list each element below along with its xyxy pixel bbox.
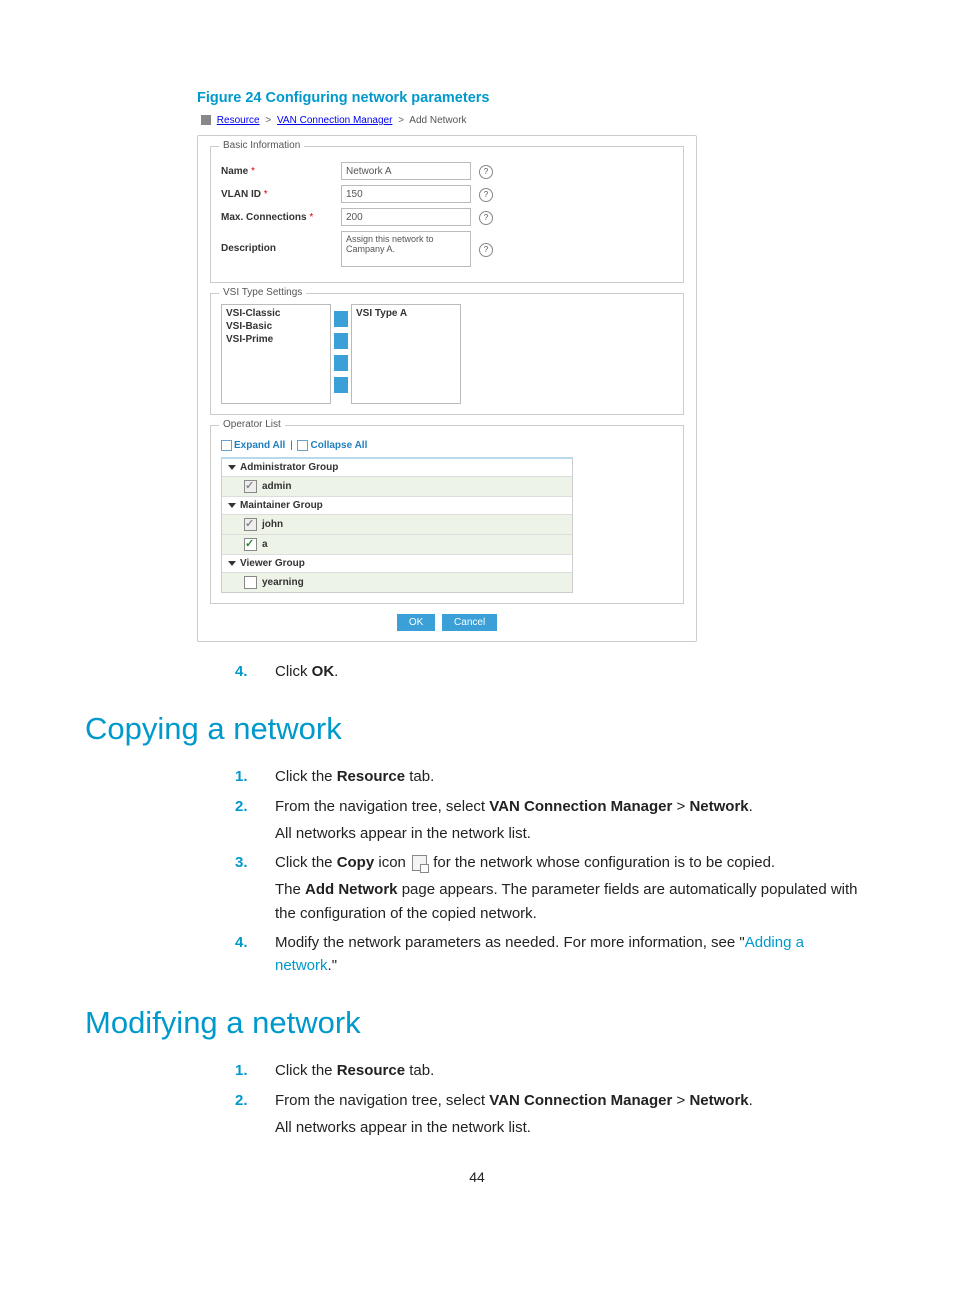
step-subtext: The Add Network page appears. The parame… xyxy=(275,878,869,925)
form-panel: Basic Information Name * ? VLAN ID * ? xyxy=(197,135,697,642)
step-number: 4. xyxy=(235,931,275,978)
page-number: 44 xyxy=(85,1169,869,1185)
basic-info-group: Basic Information Name * ? VLAN ID * ? xyxy=(210,146,684,283)
copy-icon xyxy=(412,855,427,871)
operator-group-name: Maintainer Group xyxy=(240,500,323,511)
step-text: Click the Resource tab. xyxy=(275,765,869,788)
maxconn-input[interactable] xyxy=(341,208,471,226)
vlan-label: VLAN ID * xyxy=(221,185,341,200)
operator-group-row[interactable]: Maintainer Group xyxy=(222,497,572,515)
pre-step-list: 4. Click OK. xyxy=(235,660,869,683)
caret-down-icon xyxy=(228,465,236,470)
operator-user-name: yearning xyxy=(262,577,304,588)
breadcrumb-sep: > xyxy=(398,115,404,126)
cancel-button[interactable]: Cancel xyxy=(442,614,497,631)
vsi-legend: VSI Type Settings xyxy=(219,287,306,298)
shuttle-buttons xyxy=(331,304,351,404)
step-text: Click the Copy icon for the network whos… xyxy=(275,851,869,925)
step-subtext: All networks appear in the network list. xyxy=(275,822,869,845)
collapse-all-link[interactable]: Collapse All xyxy=(310,440,367,451)
basic-legend: Basic Information xyxy=(219,140,304,151)
button-bar: OK Cancel xyxy=(198,614,696,631)
vsi-available-list[interactable]: VSI-ClassicVSI-BasicVSI-Prime xyxy=(221,304,331,404)
move-all-left-button[interactable] xyxy=(334,377,348,393)
vsi-available-item[interactable]: VSI-Basic xyxy=(226,320,326,333)
operator-user-row: john xyxy=(222,515,572,535)
maxconn-label: Max. Connections * xyxy=(221,208,341,223)
move-right-button[interactable] xyxy=(334,311,348,327)
oplist-legend: Operator List xyxy=(219,419,285,430)
vlan-input[interactable] xyxy=(341,185,471,203)
user-checkbox[interactable] xyxy=(244,538,257,551)
breadcrumb-current: Add Network xyxy=(409,115,466,126)
expand-icon xyxy=(221,440,232,451)
section-heading-modifying: Modifying a network xyxy=(85,1005,869,1041)
move-all-right-button[interactable] xyxy=(334,355,348,371)
vsi-selected-list[interactable]: VSI Type A xyxy=(351,304,461,404)
operator-list-group: Operator List Expand All | Collapse All … xyxy=(210,425,684,604)
breadcrumb-resource[interactable]: Resource xyxy=(217,115,260,126)
operator-group-row[interactable]: Viewer Group xyxy=(222,555,572,573)
help-icon[interactable]: ? xyxy=(479,243,493,257)
move-left-button[interactable] xyxy=(334,333,348,349)
resource-icon xyxy=(201,115,211,125)
breadcrumb-van[interactable]: VAN Connection Manager xyxy=(277,115,392,126)
vsi-available-item[interactable]: VSI-Prime xyxy=(226,333,326,346)
collapse-icon xyxy=(297,440,308,451)
name-input[interactable] xyxy=(341,162,471,180)
figure-caption: Figure 24 Configuring network parameters xyxy=(197,90,869,106)
user-checkbox xyxy=(244,518,257,531)
copy-steps: 1.Click the Resource tab.2.From the navi… xyxy=(235,765,869,977)
operator-group-name: Administrator Group xyxy=(240,462,338,473)
user-checkbox xyxy=(244,480,257,493)
section-heading-copying: Copying a network xyxy=(85,711,869,747)
step-number: 2. xyxy=(235,795,275,846)
step-text: Click OK. xyxy=(275,660,869,683)
screenshot-panel: Resource > VAN Connection Manager > Add … xyxy=(197,112,697,642)
operator-table: Administrator Group admin Maintainer Group… xyxy=(221,457,573,593)
help-icon[interactable]: ? xyxy=(479,188,493,202)
operator-group-row[interactable]: Administrator Group xyxy=(222,459,572,477)
caret-down-icon xyxy=(228,561,236,566)
step-text: From the navigation tree, select VAN Con… xyxy=(275,1089,869,1140)
operator-user-name: a xyxy=(262,539,268,550)
step-text: Click the Resource tab. xyxy=(275,1059,869,1082)
user-checkbox[interactable] xyxy=(244,576,257,589)
vsi-available-item[interactable]: VSI-Classic xyxy=(226,307,326,320)
vsi-selected-item[interactable]: VSI Type A xyxy=(356,307,456,320)
operator-user-row: a xyxy=(222,535,572,555)
breadcrumb: Resource > VAN Connection Manager > Add … xyxy=(197,112,697,129)
step-text: Modify the network parameters as needed.… xyxy=(275,931,869,978)
expand-all-link[interactable]: Expand All xyxy=(234,440,285,451)
step-subtext: All networks appear in the network list. xyxy=(275,1116,869,1139)
desc-textarea[interactable]: Assign this network to Campany A. xyxy=(341,231,471,267)
step-number: 1. xyxy=(235,1059,275,1082)
help-icon[interactable]: ? xyxy=(479,211,493,225)
operator-group-name: Viewer Group xyxy=(240,558,305,569)
vsi-group: VSI Type Settings VSI-ClassicVSI-BasicVS… xyxy=(210,293,684,415)
step-number: 3. xyxy=(235,851,275,925)
operator-user-name: john xyxy=(262,519,283,530)
desc-label: Description xyxy=(221,231,341,254)
step-number: 4. xyxy=(235,660,275,683)
caret-down-icon xyxy=(228,503,236,508)
breadcrumb-sep: > xyxy=(265,115,271,126)
operator-user-row: yearning xyxy=(222,573,572,592)
operator-user-row: admin xyxy=(222,477,572,497)
step-number: 2. xyxy=(235,1089,275,1140)
operator-user-name: admin xyxy=(262,481,291,492)
step-number: 1. xyxy=(235,765,275,788)
name-label: Name * xyxy=(221,162,341,177)
step-text: From the navigation tree, select VAN Con… xyxy=(275,795,869,846)
modify-steps: 1.Click the Resource tab.2.From the navi… xyxy=(235,1059,869,1139)
ok-button[interactable]: OK xyxy=(397,614,435,631)
cross-ref-link[interactable]: Adding a network xyxy=(275,934,804,974)
help-icon[interactable]: ? xyxy=(479,165,493,179)
